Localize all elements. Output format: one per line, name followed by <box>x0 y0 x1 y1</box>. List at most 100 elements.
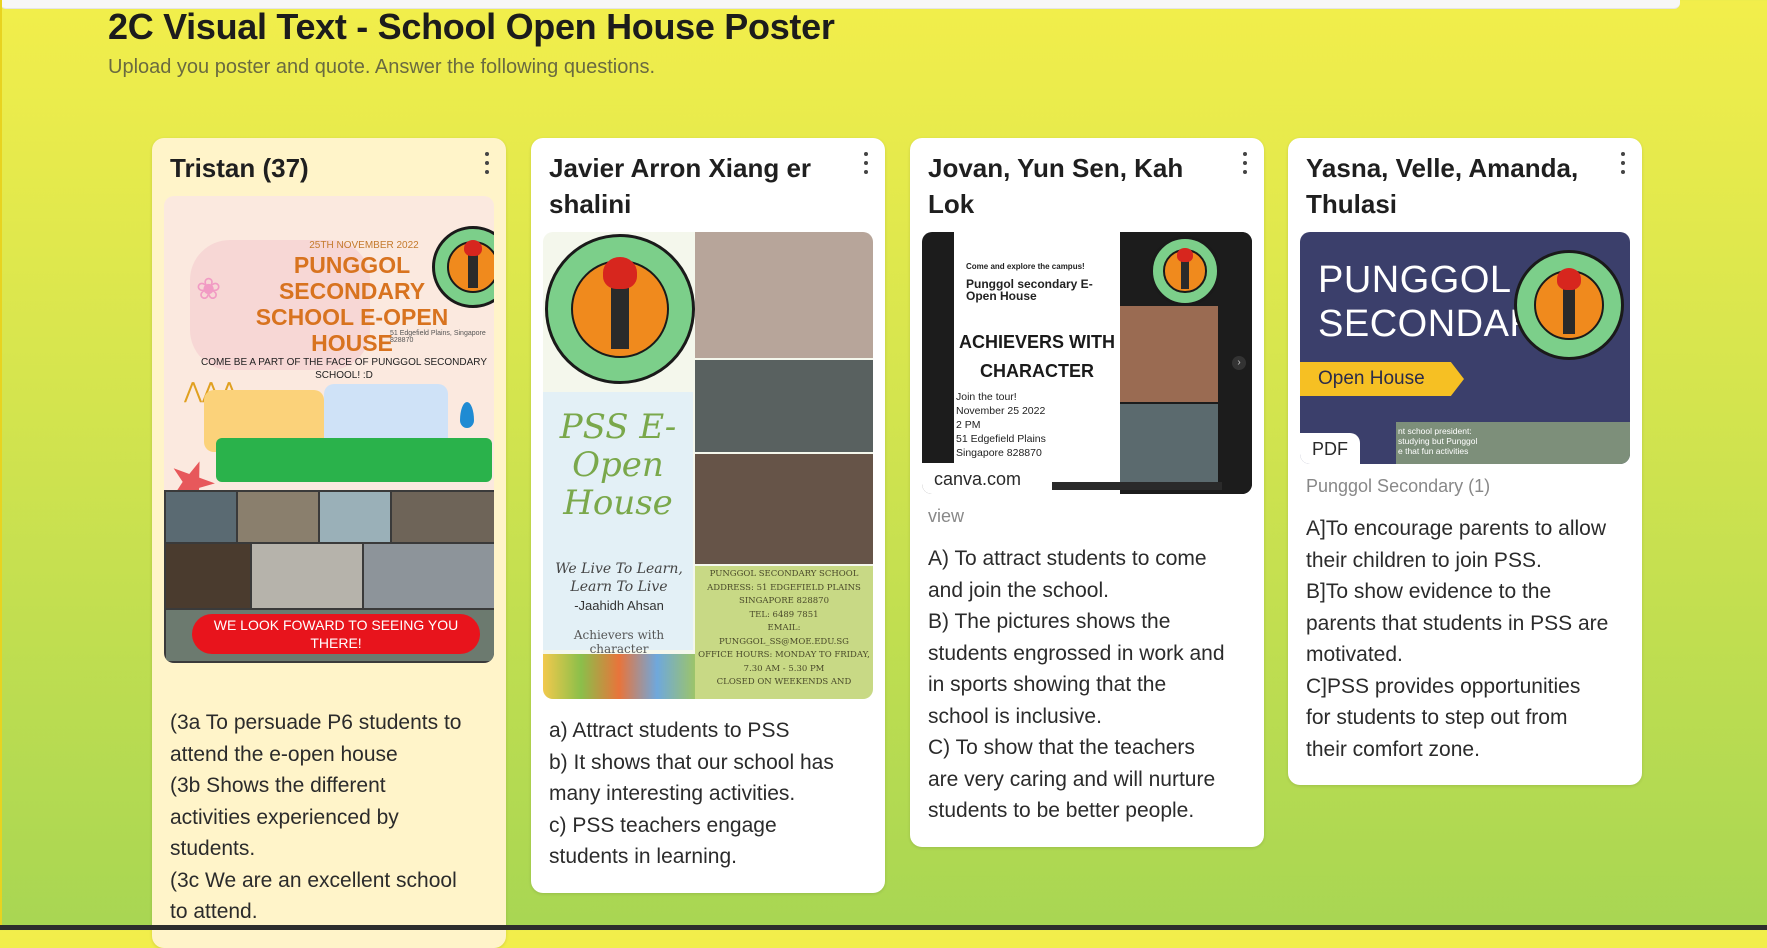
answer-line: to attend. <box>170 900 258 923</box>
poster-closed: CLOSED ON WEEKENDS AND <box>716 677 852 687</box>
poster-line2: Punggol secondary E-Open House <box>966 277 1093 303</box>
more-vertical-icon[interactable] <box>1238 150 1252 176</box>
post-title: Tristan (37) <box>170 153 309 183</box>
quote-box <box>216 438 492 482</box>
photo-study <box>695 454 873 564</box>
butterfly-icon: ❀ <box>196 273 222 306</box>
answer-line: c) PSS teachers engage <box>549 813 777 837</box>
post-card-yasna[interactable]: Yasna, Velle, Amanda, Thulasi PUNGGOL SE… <box>1288 138 1642 785</box>
attachment-caption[interactable]: Punggol Secondary (1) <box>1306 476 1642 497</box>
poster-tel: TEL: 6489 7851 <box>749 609 819 620</box>
post-card-jovan[interactable]: Jovan, Yun Sen, Kah Lok Come and explore… <box>910 138 1264 847</box>
poster-heading: ACHIEVERS WITH CHARACTER <box>958 332 1115 381</box>
school-crest-icon <box>545 234 695 384</box>
more-vertical-icon[interactable] <box>480 150 494 176</box>
post-card-tristan[interactable]: Tristan (37) ❀ 25TH NOVEMBER 2022 PUNGGO… <box>152 138 506 948</box>
post-card-javier[interactable]: Javier Arron Xiang er shalini PSS E-Open… <box>531 138 885 893</box>
flower-decoration <box>543 654 695 699</box>
answer-line: a) Attract students to PSS <box>549 719 790 742</box>
poster-school-name: PUNGGOL SECONDARY SCHOOL <box>709 569 859 579</box>
poster-time: 2 PM <box>956 419 981 431</box>
poster-line1: Come and explore the campus! <box>966 262 1085 271</box>
school-crest-icon <box>1150 236 1220 306</box>
answer-line: activities experienced by <box>170 805 399 829</box>
answer-line: attend the e-open house <box>170 742 398 766</box>
photo-students <box>1120 404 1218 488</box>
answer-line: and join the school. <box>928 578 1109 602</box>
more-vertical-icon[interactable] <box>859 150 873 176</box>
photo-class <box>695 360 873 452</box>
answer-line: students to be better people. <box>928 799 1195 822</box>
poster-title-line1: PUNGGOL <box>1318 259 1512 301</box>
answer-line: B]To show evidence to the <box>1306 580 1552 603</box>
poster-tagline: COME BE A PART OF THE FACE OF PUNGGOL SE… <box>201 357 487 381</box>
poster-tour: Join the tour! <box>956 391 1017 403</box>
snippet-line: e that fun activities <box>1398 446 1469 456</box>
poster-email-label: EMAIL: <box>767 623 801 633</box>
answer-line: A]To encourage parents to allow <box>1306 517 1607 540</box>
canva-attachment[interactable]: Come and explore the campus! Punggol sec… <box>922 232 1252 494</box>
answer-line: (3c We are an excellent school <box>170 868 457 892</box>
poster-attachment[interactable]: ❀ 25TH NOVEMBER 2022 PUNGGOL SECONDARY S… <box>164 196 494 663</box>
answer-line: their children to join PSS. <box>1306 548 1542 572</box>
answer-line: for students to step out from <box>1306 706 1568 729</box>
poster-address: ADDRESS: 51 EDGEFIELD PLAINS SINGAPORE 8… <box>707 582 861 607</box>
poster-snippet: nt school president: studying but Punggo… <box>1398 426 1518 456</box>
droplet-icon <box>460 402 474 428</box>
viewer-controls <box>1052 482 1222 490</box>
post-title: Javier Arron Xiang er shalini <box>549 153 812 219</box>
answers: A]To encourage parents to allow their ch… <box>1306 513 1624 765</box>
answer-line: parents that students in PSS are <box>1306 611 1609 635</box>
answer-line: students engrossed in work and <box>928 641 1225 665</box>
attachment-caption[interactable]: view <box>928 506 1264 527</box>
window-edge <box>0 0 2 930</box>
poster-contact: PUNGGOL SECONDARY SCHOOL ADDRESS: 51 EDG… <box>697 568 871 690</box>
poster-script-title: PSS E-Open House <box>559 407 677 523</box>
answer-line: b) It shows that our school has <box>549 750 834 774</box>
more-vertical-icon[interactable] <box>1616 150 1630 176</box>
answer-line: in sports showing that the <box>928 673 1167 696</box>
page-description: Upload you poster and quote. Answer the … <box>108 56 656 78</box>
poster-title-line2: SECONDARY <box>1318 303 1563 345</box>
poster-email: PUNGGOL_SS@MOE.EDU.SG <box>719 636 849 647</box>
poster-address: 51 Edgefield Plains, Singapore 828870 <box>390 330 486 344</box>
answer-line: A) To attract students to come <box>928 547 1207 570</box>
answer-line: students in learning. <box>549 845 737 868</box>
answer-line: motivated. <box>1306 643 1403 666</box>
poster-details: Join the tour! November 25 2022 2 PM 51 … <box>956 390 1076 460</box>
poster-motto: We Live To Learn, Learn To Live <box>555 561 683 595</box>
answers: A) To attract students to come and join … <box>928 543 1246 827</box>
snippet-line: nt school president: <box>1398 426 1472 436</box>
answer-line: C) To show that the teachers <box>928 736 1195 759</box>
answers: (3a To persuade P6 students to attend th… <box>170 707 488 928</box>
answer-line: B) The pictures shows the <box>928 610 1171 633</box>
ribbon-text: Open House <box>1318 368 1425 389</box>
poster-date: November 25 2022 <box>956 405 1046 417</box>
answer-line: (3b Shows the different <box>170 774 386 797</box>
poster-street: 51 Edgefield Plains <box>956 433 1046 445</box>
answer-line: are very caring and will nurture <box>928 767 1216 791</box>
attachment-type-badge: PDF <box>1300 433 1360 464</box>
photo-costumes <box>695 232 873 358</box>
answer-line: school is inclusive. <box>928 704 1102 728</box>
answer-line: (3a To persuade P6 students to <box>170 711 462 734</box>
poster-achievers: Achievers with character <box>573 628 665 656</box>
taskbar-edge <box>0 925 1767 930</box>
answers: a) Attract students to PSS b) It shows t… <box>549 715 867 873</box>
answer-line: their comfort zone. <box>1306 737 1480 761</box>
poster-banner: WE LOOK FOWARD TO SEEING YOU THERE! <box>192 614 480 654</box>
attachment-source-badge: canva.com <box>922 463 1034 494</box>
page-title: 2C Visual Text - School Open House Poste… <box>108 6 835 47</box>
pdf-attachment[interactable]: PUNGGOL SECONDARY Open House nt school p… <box>1300 232 1630 464</box>
answer-line: C]PSS provides opportunities <box>1306 674 1581 698</box>
poster-attachment[interactable]: PSS E-Open House We Live To Learn, Learn… <box>543 232 873 699</box>
poster-author: -Jaahidh Ahsan <box>574 598 664 613</box>
post-title: Jovan, Yun Sen, Kah Lok <box>928 153 1184 219</box>
poster-city: Singapore 828870 <box>956 447 1042 459</box>
post-title: Yasna, Velle, Amanda, Thulasi <box>1306 153 1579 219</box>
photo-sports <box>1120 306 1218 402</box>
school-crest-icon <box>1514 250 1624 360</box>
answer-line: many interesting activities. <box>549 782 796 805</box>
poster-hours: OFFICE HOURS: MONDAY TO FRIDAY, 7.30 AM … <box>698 650 870 674</box>
chevron-right-icon[interactable]: › <box>1232 356 1246 370</box>
